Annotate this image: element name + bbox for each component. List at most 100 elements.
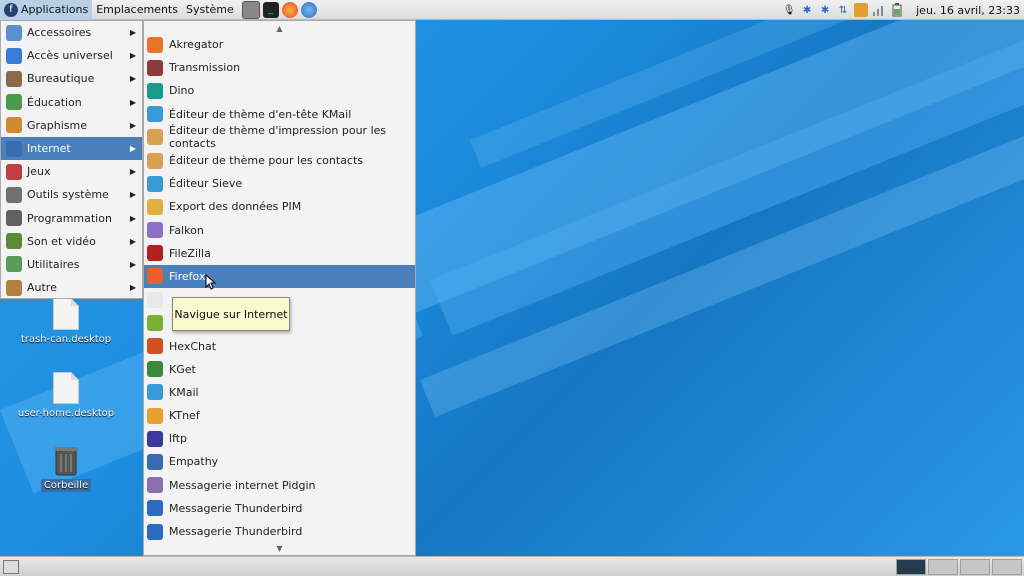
app-label: Dino [169, 84, 195, 98]
desktop-icon-trash-can-desktop[interactable]: trash-can.desktop [16, 298, 116, 345]
app-item-filezilla[interactable]: FileZilla [144, 242, 415, 265]
clock[interactable]: jeu. 16 avril, 23:33 [916, 4, 1020, 17]
category-label: Graphisme [27, 118, 88, 132]
app-label: lftp [169, 432, 188, 446]
bluetooth-icon[interactable]: ✱ [800, 3, 814, 17]
app-item-kget[interactable]: KGet [144, 358, 415, 381]
console-icon[interactable]: _ [262, 1, 279, 18]
app-label: Éditeur Sieve [169, 177, 243, 191]
app-label: Akregator [169, 38, 224, 52]
app-item-sieve[interactable]: Éditeur Sieve [144, 172, 415, 195]
app-label: Export des données PIM [169, 200, 302, 214]
category-programming[interactable]: Programmation ▶ [1, 207, 142, 230]
app-item-dino[interactable]: Dino [144, 79, 415, 102]
package-icon[interactable] [854, 3, 869, 17]
app-item-contacts-theme[interactable]: Éditeur de thème pour les contacts [144, 149, 415, 172]
thunderbird-icon[interactable] [300, 1, 317, 18]
places-menu[interactable]: Emplacements [92, 0, 182, 20]
category-label: Autre [27, 281, 57, 295]
network-icon[interactable]: ⇅ [836, 3, 850, 17]
scroll-down-arrow[interactable]: ▼ [144, 543, 415, 555]
app-label: KGet [169, 362, 196, 376]
app-item-pim-export[interactable]: Export des données PIM [144, 195, 415, 218]
app-item-thunderbird[interactable]: Messagerie Thunderbird [144, 520, 415, 543]
app-label: KTnef [169, 409, 200, 423]
panel-menubar: f Applications Emplacements Système [0, 0, 238, 20]
multimedia-icon [6, 233, 22, 250]
app-item-empathy[interactable]: Empathy [144, 450, 415, 473]
category-office[interactable]: Bureautique ▶ [1, 67, 142, 90]
category-utilities[interactable]: Utilitaires ▶ [1, 253, 142, 276]
app-label: Éditeur de thème pour les contacts [169, 154, 363, 168]
app-label: Firefox [169, 269, 206, 283]
category-games[interactable]: Jeux ▶ [1, 160, 142, 183]
category-accessibility[interactable]: Accès universel ▶ [1, 44, 142, 67]
system-tools-icon [6, 186, 22, 203]
desktop-icon-label: user-home.desktop [17, 408, 115, 419]
programming-icon [6, 210, 22, 227]
falkon-icon [147, 222, 163, 239]
firefox-icon[interactable] [281, 1, 298, 18]
empathy-icon [147, 453, 163, 470]
app-item-contacts-theme[interactable]: Éditeur de thème d'impression pour les c… [144, 124, 415, 151]
app-label: Empathy [169, 455, 219, 469]
terminal-icon[interactable] [241, 0, 260, 19]
app-label: Messagerie Thunderbird [169, 501, 303, 515]
app-item-ktnef[interactable]: KTnef [144, 404, 415, 427]
sieve-icon [147, 175, 163, 192]
battery-icon[interactable] [890, 3, 904, 17]
bluetooth-icon[interactable]: ✱ [818, 3, 832, 17]
submenu-arrow-icon: ▶ [129, 28, 136, 38]
category-multimedia[interactable]: Son et vidéo ▶ [1, 230, 142, 253]
category-education[interactable]: Éducation ▶ [1, 91, 142, 114]
category-accessories[interactable]: Accessoires ▶ [1, 21, 142, 44]
category-internet[interactable]: Internet ▶ [1, 136, 142, 161]
submenu-arrow-icon: ▶ [129, 120, 136, 130]
submenu-arrow-icon: ▶ [129, 190, 136, 200]
app-item-transmission[interactable]: Transmission [144, 56, 415, 79]
fedora-logo-icon: f [4, 2, 18, 17]
category-other[interactable]: Autre ▶ [1, 276, 142, 299]
workspace-2[interactable] [928, 559, 958, 575]
education-icon [6, 94, 22, 111]
applications-menu[interactable]: f Applications [0, 0, 93, 20]
category-system-tools[interactable]: Outils système ▶ [1, 183, 142, 206]
bottom-panel [0, 556, 1024, 576]
app-item-firefox[interactable]: Firefox [144, 264, 415, 289]
system-menu[interactable]: Système [182, 0, 238, 20]
chat-icon [147, 314, 163, 331]
app-item-kmail[interactable]: Éditeur de thème d'en-tête KMail [144, 103, 415, 126]
app-item-thunderbird[interactable]: Messagerie Thunderbird [144, 497, 415, 520]
internet-icon [6, 140, 22, 157]
thunderbird-icon [147, 523, 163, 540]
games-icon [6, 163, 22, 180]
graphics-icon [6, 117, 22, 134]
applications-menu-label: Applications [21, 2, 89, 16]
microphone-icon[interactable]: 🎙 [782, 3, 796, 17]
app-item-falkon[interactable]: Falkon [144, 219, 415, 242]
category-label: Éducation [27, 95, 82, 109]
workspace-3[interactable] [960, 559, 990, 575]
app-item-kmail[interactable]: KMail [144, 381, 415, 404]
workspace-4[interactable] [992, 559, 1022, 575]
mouse-cursor-icon [205, 274, 217, 290]
app-item-lftp[interactable]: lftp [144, 427, 415, 450]
workspace-1[interactable] [896, 559, 926, 575]
app-item-pidgin[interactable]: Messagerie internet Pidgin [144, 474, 415, 497]
accessories-icon [6, 24, 22, 41]
hexchat-icon [147, 338, 163, 355]
app-label: KMail [169, 385, 199, 399]
submenu-arrow-icon: ▶ [129, 213, 136, 223]
app-label: Éditeur de thème d'impression pour les c… [169, 124, 387, 151]
app-item-hexchat[interactable]: HexChat [144, 334, 415, 357]
submenu-arrow-icon: ▶ [129, 97, 136, 107]
other-icon [6, 279, 22, 296]
desktop-icon-user-home-desktop[interactable]: user-home.desktop [16, 372, 116, 419]
network-signal-icon[interactable] [872, 3, 886, 17]
desktop-icon-corbeille[interactable]: Corbeille [16, 444, 116, 492]
category-graphics[interactable]: Graphisme ▶ [1, 114, 142, 137]
show-desktop-icon[interactable] [3, 560, 19, 574]
contacts-theme-icon [147, 152, 163, 169]
trash-icon [53, 444, 79, 476]
pim-export-icon [147, 198, 163, 215]
